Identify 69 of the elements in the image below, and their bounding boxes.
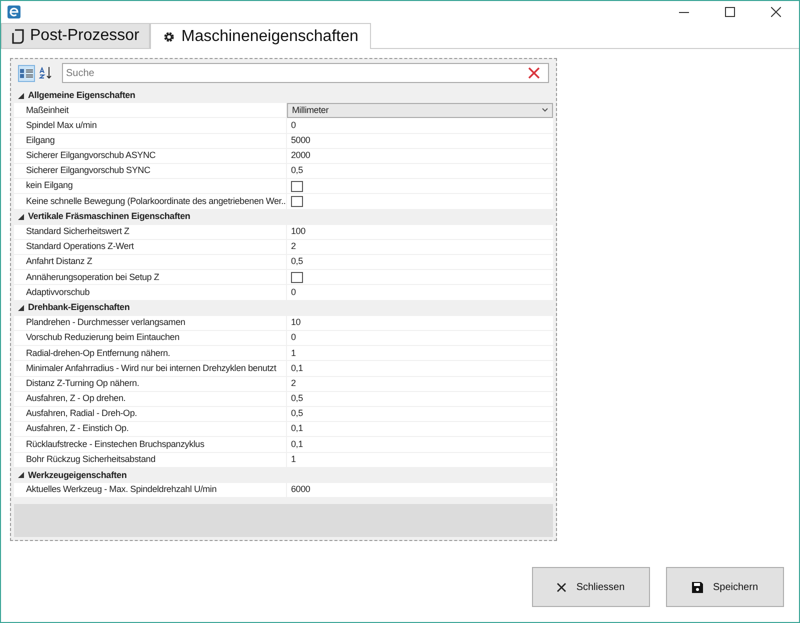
save-button[interactable]: Speichern (666, 567, 784, 607)
checkbox[interactable] (291, 272, 303, 283)
property-label: Bohr Rückzug Sicherheitsabstand (26, 452, 156, 466)
chevron-down-icon (542, 108, 548, 112)
collapse-icon[interactable] (18, 305, 24, 312)
checkbox[interactable] (291, 180, 303, 192)
property-value[interactable]: 10 (291, 316, 301, 330)
document-icon (12, 28, 24, 44)
property-label: Sicherer Eilgangvorschub ASYNC (26, 149, 156, 162)
property-label: Ausfahren, Radial - Dreh-Op. (26, 407, 137, 420)
property-value[interactable]: 0,1 (291, 422, 303, 436)
maximize-icon (725, 7, 735, 17)
property-label: Standard Operations Z-Wert (26, 240, 134, 254)
tab[interactable]: Post-Prozessor (1, 23, 150, 48)
property-label: Adaptivvorschub (26, 286, 90, 299)
property-value[interactable]: 100 (291, 225, 306, 239)
property-label: Maßeinheit (26, 104, 69, 117)
categorized-view-button[interactable] (18, 64, 35, 82)
close-icon (771, 7, 781, 17)
collapse-icon[interactable] (18, 92, 24, 99)
property-value[interactable]: 1 (291, 346, 296, 360)
property-label: Vorschub Reduzierung beim Eintauchen (26, 331, 180, 344)
gear-icon (163, 30, 176, 42)
property-label: Anfahrt Distanz Z (26, 255, 92, 268)
property-label: Standard Sicherheitswert Z (26, 225, 130, 238)
property-label: Ausfahren, Z - Einstich Op. (26, 422, 129, 436)
group-header: Drehbank-Eigenschaften (28, 301, 130, 314)
tab[interactable]: Maschineneigenschaften (150, 23, 372, 49)
property-label: Distanz Z-Turning Op nähern. (26, 376, 140, 390)
property-label: Annäherungsoperation bei Setup Z (26, 270, 160, 284)
property-label: Minimaler Anfahrradius - Wird nur bei internen Drehzyklen benutzt (26, 362, 276, 375)
property-label: Sicherer Eilgangvorschub SYNC (26, 164, 150, 178)
property-value[interactable]: 0,1 (291, 438, 303, 452)
property-value[interactable]: 0 (291, 331, 296, 345)
collapse-icon[interactable] (18, 472, 24, 478)
property-label: Keine schnelle Bewegung (Polarkoordinate des angetriebenen Wer... (26, 194, 286, 208)
close-icon (557, 582, 566, 592)
collapse-icon[interactable] (18, 214, 24, 220)
property-value[interactable]: 0,5 (291, 255, 303, 269)
property-label: Radial-drehen-Op Entfernung nähern. (26, 346, 170, 360)
property-value[interactable]: 6000 (291, 483, 310, 497)
property-value[interactable]: 0,5 (291, 164, 303, 178)
property-label: Ausfahren, Z - Op drehen. (26, 392, 126, 406)
close-button[interactable]: Schliessen (532, 567, 650, 607)
group-header: Allgemeine Eigenschaften (28, 88, 136, 102)
property-value[interactable]: 0 (291, 286, 296, 300)
property-value[interactable]: 0,5 (291, 407, 303, 421)
property-value[interactable]: 0,5 (291, 392, 303, 406)
clear-icon[interactable] (528, 67, 540, 79)
property-label: Rücklaufstrecke - Einstechen Bruchspanzyklus (26, 438, 204, 451)
group-header: Vertikale Fräsmaschinen Eigenschaften (28, 210, 190, 224)
property-label: Aktuelles Werkzeug - Max. Spindeldrehzahl U/min (26, 483, 217, 496)
checkbox[interactable] (291, 196, 303, 207)
group-header: Werkzeugeigenschaften (28, 468, 127, 482)
property-label: kein Eilgang (26, 179, 73, 192)
property-value[interactable]: 0 (291, 118, 296, 132)
unit-dropdown[interactable]: Millimeter (287, 102, 553, 118)
property-value[interactable]: 0,1 (291, 362, 303, 376)
save-icon (692, 582, 703, 592)
app-logo-icon (7, 5, 21, 19)
property-label: Eilgang (26, 134, 55, 147)
sort-alphabetical-button[interactable] (37, 64, 54, 82)
property-value[interactable]: 2000 (291, 149, 310, 163)
property-label: Spindel Max u/min (26, 118, 97, 132)
property-value[interactable]: 2 (291, 376, 296, 390)
property-value[interactable]: 1 (291, 452, 296, 466)
property-value[interactable]: 5000 (291, 134, 310, 148)
property-value[interactable]: 2 (291, 240, 296, 254)
property-label: Plandrehen - Durchmesser verlangsamen (26, 316, 186, 330)
